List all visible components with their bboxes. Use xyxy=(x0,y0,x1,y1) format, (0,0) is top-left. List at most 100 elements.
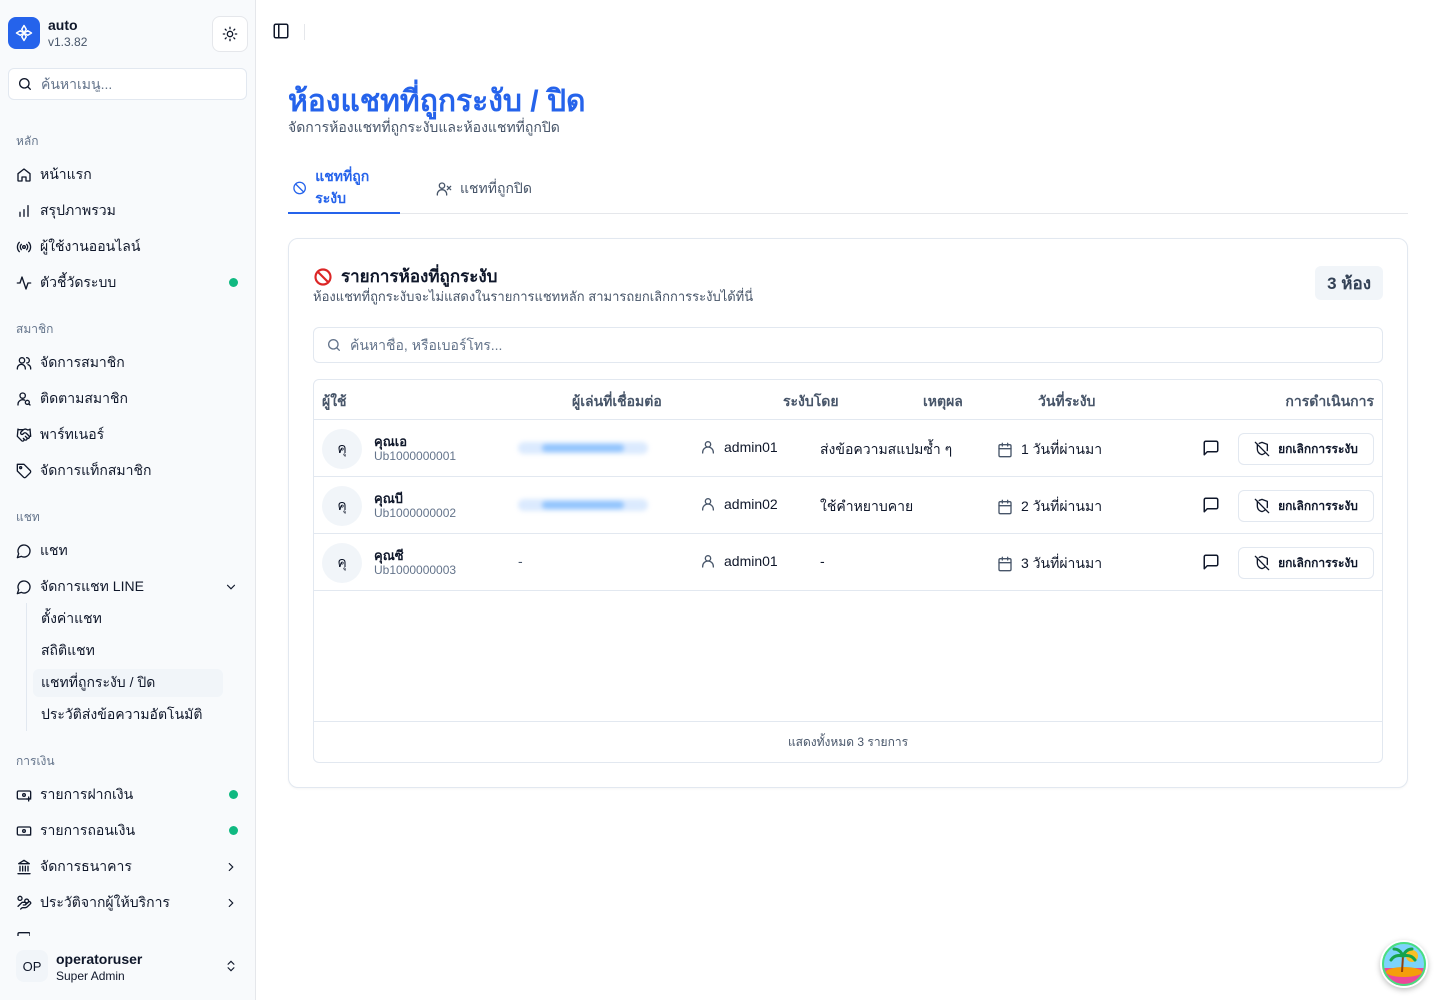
status-dot xyxy=(229,826,238,835)
chevron-down-icon xyxy=(226,584,236,590)
column-header-user: ผู้ใช้ xyxy=(322,393,347,409)
sidebar-item-label: จัดการแท็กสมาชิก xyxy=(40,462,152,478)
sidebar-search[interactable] xyxy=(8,68,247,100)
sidebar-item-track-members[interactable]: ติดตามสมาชิก xyxy=(8,383,248,415)
group-label-main: หลัก xyxy=(16,134,39,148)
chevron-right-icon xyxy=(228,898,234,908)
activity-icon xyxy=(16,276,32,290)
shield-off-icon xyxy=(1254,555,1270,571)
calendar-icon xyxy=(998,499,1012,515)
message-square-icon xyxy=(1203,440,1219,456)
sidebar-item-withdrawals[interactable]: รายการถอนเงิน xyxy=(8,815,248,847)
sidebar-item-banks[interactable]: จัดการธนาคาร xyxy=(8,851,248,883)
table-search[interactable] xyxy=(313,327,1383,363)
open-chat-button[interactable] xyxy=(1202,553,1222,573)
sidebar-item-metrics[interactable]: ตัวชี้วัดระบบ xyxy=(8,267,248,299)
calendar-icon xyxy=(998,556,1012,572)
shield-off-icon xyxy=(1254,441,1270,457)
unban-button[interactable]: ยกเลิกการระงับ xyxy=(1238,433,1374,465)
card-description: ห้องแชทที่ถูกระงับจะไม่แสดงในรายการแชทหล… xyxy=(313,289,754,304)
sidebar-item-manage-members[interactable]: จัดการสมาชิก xyxy=(8,347,248,379)
sidebar-item-home[interactable]: หน้าแรก xyxy=(8,159,248,191)
sidebar-item-deposits[interactable]: รายการฝากเงิน xyxy=(8,779,248,811)
banknote-out-icon xyxy=(16,826,32,836)
suspended-list-card: รายการห้องที่ถูกระงับ ห้องแชทที่ถูกระงับ… xyxy=(288,238,1408,788)
sidebar-subitem-chat-settings[interactable]: ตั้งค่าแชท xyxy=(33,605,223,633)
reason: ส่งข้อความสแปมซ้ำ ๆ xyxy=(820,441,953,457)
tab-label: แชทที่ถูกระงับ xyxy=(315,168,370,206)
sidebar-item-online-users[interactable]: ผู้ใช้งานออนไลน์ xyxy=(8,231,248,263)
user-icon xyxy=(702,498,714,511)
user-icon xyxy=(702,441,714,454)
avatar: คุ xyxy=(322,429,362,469)
user-name: operatoruser xyxy=(56,951,143,967)
sidebar-subitem-suspended-chats[interactable]: แชทที่ถูกระงับ / ปิด xyxy=(33,669,223,697)
sidebar-item-label: ผู้ใช้งานออนไลน์ xyxy=(40,238,141,254)
app-version: v1.3.82 xyxy=(48,35,88,49)
calendar-icon xyxy=(998,442,1012,458)
theme-toggle-button[interactable] xyxy=(212,16,248,52)
sidebar-item-label: แชท xyxy=(40,542,68,558)
tab-closed[interactable]: แชทที่ถูกปิด xyxy=(432,164,536,214)
banned-by-text: admin01 xyxy=(724,439,778,455)
chevron-right-icon xyxy=(228,862,234,872)
shield-off-icon xyxy=(1254,498,1270,514)
sidebar-item-provider-history[interactable]: ประวัติจากผู้ให้บริการ xyxy=(8,887,248,919)
sidebar-item-label: ตัวชี้วัดระบบ xyxy=(40,274,117,290)
sidebar-item-line-chat[interactable]: จัดการแชท LINE xyxy=(8,571,248,603)
reason: - xyxy=(820,553,825,569)
unban-label: ยกเลิกการระงับ xyxy=(1278,441,1358,456)
banned-date-text: 2 วันที่ผ่านมา xyxy=(1021,498,1103,514)
floating-assistant-button[interactable] xyxy=(1380,940,1428,988)
sidebar-item-label: สรุปภาพรวม xyxy=(40,202,116,218)
header-divider xyxy=(304,24,305,40)
reason: ใช้คำหยาบคาย xyxy=(820,498,914,514)
sidebar-subitem-auto-message-history[interactable]: ประวัติส่งข้อความอัตโนมัติ xyxy=(33,701,223,729)
banned-date-text: 1 วันที่ผ่านมา xyxy=(1021,441,1103,457)
open-chat-button[interactable] xyxy=(1202,496,1222,516)
user-search-icon xyxy=(17,392,31,406)
user-menu[interactable]: OP operatoruser Super Admin xyxy=(8,944,248,990)
sidebar-search-input[interactable] xyxy=(41,76,231,92)
sidebar-item-partners[interactable]: พาร์ทเนอร์ xyxy=(8,419,248,451)
sidebar-item-label: รายการถอนเงิน xyxy=(40,822,136,838)
main-content: ห้องแชทที่ถูกระงับ / ปิด จัดการห้องแชทที… xyxy=(256,0,1440,1000)
message-square-icon xyxy=(1203,497,1219,513)
cut-off-icon xyxy=(16,930,30,936)
sidebar-subitem-chat-stats[interactable]: สถิติแชท xyxy=(33,637,223,665)
unban-button[interactable]: ยกเลิกการระงับ xyxy=(1238,490,1374,522)
table-search-input[interactable] xyxy=(350,337,1350,353)
user-x-icon xyxy=(436,182,452,196)
sidebar-item-label: ประวัติจากผู้ให้บริการ xyxy=(40,894,170,910)
tab-label: แชทที่ถูกปิด xyxy=(460,180,532,196)
search-icon xyxy=(328,339,340,351)
avatar: คุ xyxy=(322,486,362,526)
user-id: Ub1000000001 xyxy=(374,449,457,463)
tab-suspended[interactable]: แชทที่ถูกระงับ xyxy=(288,164,400,214)
sidebar-toggle-button[interactable] xyxy=(272,22,292,42)
bar-chart-icon xyxy=(19,205,29,217)
message-square-icon xyxy=(1203,554,1219,570)
status-dot xyxy=(229,790,238,799)
table-footer: แสดงทั้งหมด 3 รายการ xyxy=(314,721,1382,762)
room-count-badge: 3 ห้อง xyxy=(1315,266,1383,300)
sidebar-item-member-tags[interactable]: จัดการแท็กสมาชิก xyxy=(8,455,248,487)
unban-button[interactable]: ยกเลิกการระงับ xyxy=(1238,547,1374,579)
table-row: คุ คุณเอ Ub1000000001 admin01 ส่งข้อความ… xyxy=(314,420,1382,477)
player-link-blurred[interactable] xyxy=(518,499,648,511)
player-link-blurred[interactable] xyxy=(518,442,648,454)
sidebar-item-chat[interactable]: แชท xyxy=(8,535,248,567)
column-header-date: วันที่ระงับ xyxy=(1038,393,1096,409)
open-chat-button[interactable] xyxy=(1202,439,1222,459)
user-icon xyxy=(702,555,714,568)
table-row: คุ คุณบี Ub1000000002 admin02 ใช้คำหยาบค… xyxy=(314,477,1382,534)
banned-date: 2 วันที่ผ่านมา xyxy=(997,496,1102,518)
radio-signal-icon xyxy=(16,241,32,253)
hand-coins-icon xyxy=(17,895,32,910)
suspended-table: ผู้ใช้ ผู้เล่นที่เชื่อมต่อ ระงับโดย เหตุ… xyxy=(313,379,1383,763)
banned-date-text: 3 วันที่ผ่านมา xyxy=(1021,555,1103,571)
user-role: Super Admin xyxy=(56,969,125,983)
search-icon xyxy=(19,78,31,90)
sidebar-item-overview[interactable]: สรุปภาพรวม xyxy=(8,195,248,227)
tabs: แชทที่ถูกระงับ แชทที่ถูกปิด xyxy=(288,164,1408,214)
